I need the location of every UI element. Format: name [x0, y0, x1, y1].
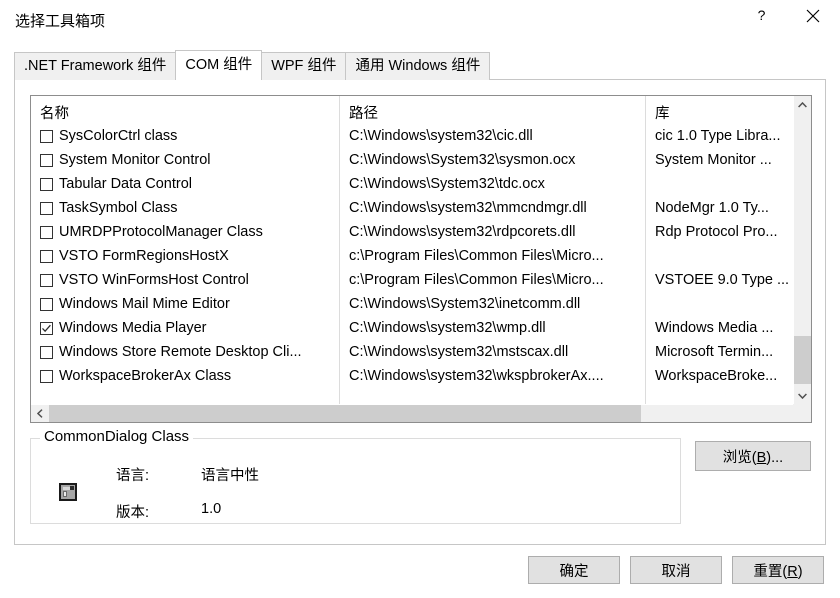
browse-accel: B — [756, 449, 767, 466]
scroll-down-button[interactable] — [794, 387, 811, 405]
window-title: 选择工具箱项 — [15, 13, 106, 30]
cancel-button[interactable]: 取消 — [630, 556, 722, 584]
browse-label-suffix: )... — [766, 449, 784, 466]
cell-path: c:\Program Files\Common Files\Micro... — [349, 272, 604, 288]
tab-page-com: 名称 路径 库 SysColorCtrl class C:\Windows\sys… — [14, 79, 826, 545]
component-list[interactable]: 名称 路径 库 SysColorCtrl class C:\Windows\sys… — [30, 95, 812, 423]
cell-path: C:\Windows\system32\rdpcorets.dll — [349, 224, 576, 240]
table-row[interactable]: Tabular Data Control C:\Windows\System32\… — [31, 174, 794, 198]
cell-name: Windows Store Remote Desktop Cli... — [59, 344, 302, 360]
cell-name: UMRDPProtocolManager Class — [59, 224, 263, 240]
tab-strip: .NET Framework 组件 COM 组件 WPF 组件 通用 Windo… — [14, 50, 491, 80]
browse-button[interactable]: 浏览(B)... — [695, 441, 811, 471]
cell-name: VSTO FormRegionsHostX — [59, 248, 229, 264]
tab-wpf[interactable]: WPF 组件 — [261, 52, 347, 80]
selected-item-details: CommonDialog Class 语言: 语言中性 版本: 1.0 — [30, 428, 681, 524]
table-row[interactable]: UMRDPProtocolManager Class C:\Windows\sys… — [31, 222, 794, 246]
checkbox-unchecked[interactable] — [40, 226, 53, 239]
checkbox-unchecked[interactable] — [40, 154, 53, 167]
column-header-path[interactable]: 路径 — [349, 102, 378, 123]
cell-name: VSTO WinFormsHost Control — [59, 272, 249, 288]
checkbox-unchecked[interactable] — [40, 370, 53, 383]
checkbox-unchecked[interactable] — [40, 274, 53, 287]
version-label: 版本: — [116, 505, 150, 521]
scrollbar-corner — [793, 404, 811, 422]
column-header-library[interactable]: 库 — [655, 102, 670, 123]
component-list-viewport: 名称 路径 库 SysColorCtrl class C:\Windows\sys… — [31, 96, 794, 405]
cell-library: VSTOEE 9.0 Type ... — [655, 272, 790, 288]
table-row[interactable]: Windows Store Remote Desktop Cli... C:\Wi… — [31, 342, 794, 366]
cell-library: Rdp Protocol Pro... — [655, 224, 778, 240]
cell-path: C:\Windows\System32\tdc.ocx — [349, 176, 545, 192]
reset-accel: R — [787, 563, 798, 580]
question-mark-icon: ? — [757, 8, 765, 23]
details-title: CommonDialog Class — [40, 428, 194, 445]
table-row[interactable]: SysColorCtrl class C:\Windows\system32\ci… — [31, 126, 794, 150]
language-label: 语言: — [116, 468, 150, 484]
chevron-down-icon — [798, 393, 807, 399]
vertical-scrollbar[interactable] — [793, 96, 811, 405]
scroll-left-button[interactable] — [31, 405, 49, 422]
checkbox-unchecked[interactable] — [40, 346, 53, 359]
cell-library: Windows Media ... — [655, 320, 774, 336]
ok-button[interactable]: 确定 — [528, 556, 620, 584]
checkbox-unchecked[interactable] — [40, 130, 53, 143]
cell-path: C:\Windows\system32\mstscax.dll — [349, 344, 569, 360]
tab-com[interactable]: COM 组件 — [175, 50, 263, 80]
chevron-left-icon — [37, 409, 43, 418]
cell-name: TaskSymbol Class — [59, 200, 178, 216]
close-icon — [806, 9, 820, 23]
checkbox-unchecked[interactable] — [40, 202, 53, 215]
table-row[interactable]: System Monitor Control C:\Windows\System3… — [31, 150, 794, 174]
table-row[interactable]: VSTO WinFormsHost Control c:\Program File… — [31, 270, 794, 294]
scroll-up-button[interactable] — [794, 96, 811, 114]
cell-path: c:\Program Files\Common Files\Micro... — [349, 248, 604, 264]
title-bar: 选择工具箱项 ? — [0, 0, 840, 42]
browse-label-prefix: 浏览( — [722, 449, 757, 466]
checkbox-unchecked[interactable] — [40, 298, 53, 311]
close-button[interactable] — [790, 0, 836, 32]
version-value: 1.0 — [201, 501, 222, 517]
tab-dotnet-framework[interactable]: .NET Framework 组件 — [14, 52, 177, 80]
cell-path: C:\Windows\system32\cic.dll — [349, 128, 533, 144]
checkbox-checked[interactable] — [40, 322, 53, 335]
reset-label-suffix: ) — [797, 563, 803, 580]
cell-name: WorkspaceBrokerAx Class — [59, 368, 232, 384]
cell-library: Microsoft Termin... — [655, 344, 774, 360]
cell-name: Tabular Data Control — [59, 176, 192, 192]
column-header-name[interactable]: 名称 — [40, 102, 69, 123]
table-row[interactable]: VSTO FormRegionsHostX c:\Program Files\Co… — [31, 246, 794, 270]
table-row[interactable]: Windows Mail Mime Editor C:\Windows\Syste… — [31, 294, 794, 318]
cell-name: Windows Media Player — [59, 320, 207, 336]
chevron-up-icon — [798, 102, 807, 108]
svg-text:?: ? — [757, 8, 765, 23]
horizontal-scroll-thumb[interactable] — [49, 405, 641, 422]
cell-path: C:\Windows\System32\sysmon.ocx — [349, 152, 576, 168]
reset-label-prefix: 重置( — [753, 563, 788, 580]
checkbox-unchecked[interactable] — [40, 178, 53, 191]
vertical-scroll-thumb[interactable] — [794, 336, 811, 384]
cell-library: NodeMgr 1.0 Ty... — [655, 200, 769, 216]
table-row[interactable]: TaskSymbol Class C:\Windows\system32\mmcn… — [31, 198, 794, 222]
table-row[interactable]: Windows Media Player C:\Windows\system32\… — [31, 318, 794, 342]
checkbox-unchecked[interactable] — [40, 250, 53, 263]
com-component-icon — [59, 483, 77, 501]
cell-path: C:\Windows\system32\wmp.dll — [349, 320, 546, 336]
cell-name: Windows Mail Mime Editor — [59, 296, 230, 312]
cell-path: C:\Windows\system32\wkspbrokerAx.... — [349, 368, 604, 384]
cell-path: C:\Windows\system32\mmcndmgr.dll — [349, 200, 587, 216]
cell-library: cic 1.0 Type Libra... — [655, 128, 781, 144]
reset-button[interactable]: 重置(R) — [732, 556, 824, 584]
cell-name: System Monitor Control — [59, 152, 211, 168]
horizontal-scrollbar[interactable] — [31, 404, 811, 422]
cell-path: C:\Windows\System32\inetcomm.dll — [349, 296, 581, 312]
help-button[interactable]: ? — [738, 0, 784, 32]
checkmark-icon — [42, 324, 51, 333]
cell-library: System Monitor ... — [655, 152, 772, 168]
tab-universal-windows[interactable]: 通用 Windows 组件 — [345, 52, 491, 80]
cell-name: SysColorCtrl class — [59, 128, 178, 144]
language-value: 语言中性 — [201, 468, 259, 484]
table-row[interactable]: WorkspaceBrokerAx Class C:\Windows\system… — [31, 366, 794, 390]
cell-library: WorkspaceBroke... — [655, 368, 778, 384]
